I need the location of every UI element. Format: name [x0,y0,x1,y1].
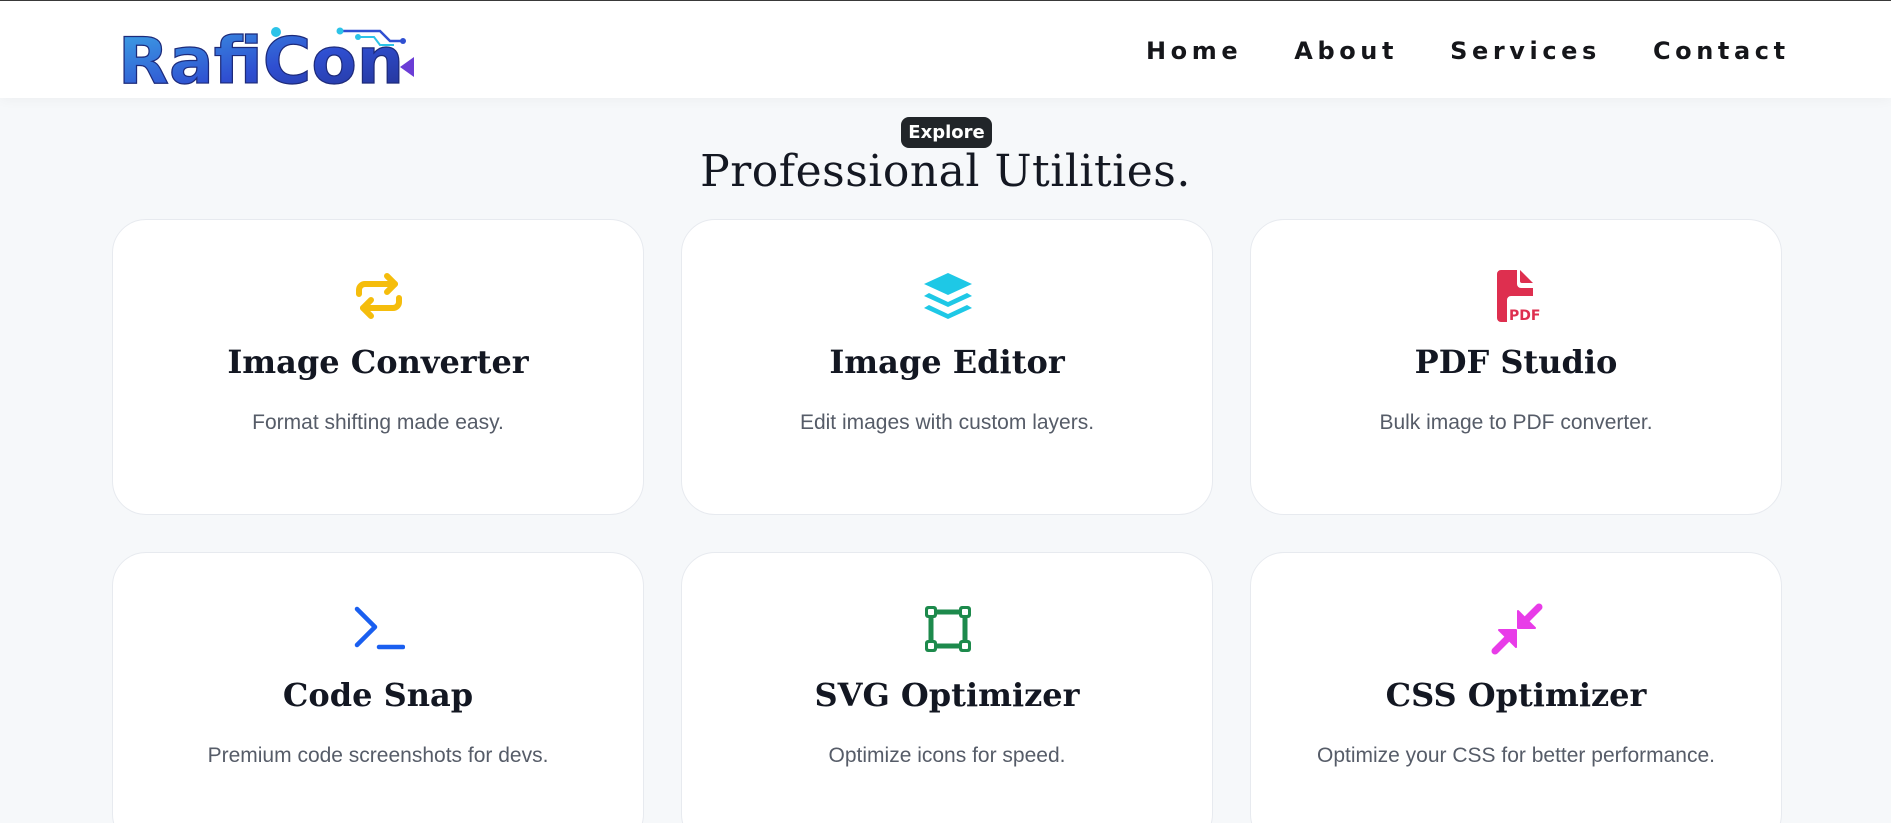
svg-text:RafiCon: RafiCon [118,25,404,89]
nav-home-link[interactable]: Home [1146,37,1242,65]
tool-card-css-optimizer[interactable]: CSS Optimizer Optimize your CSS for bett… [1250,552,1782,823]
svg-text:PDF: PDF [1509,308,1540,322]
tool-title: CSS Optimizer [1385,676,1647,714]
site-header: RafiCon Home About Services Contact [0,1,1891,98]
layers-icon [922,270,974,322]
compress-arrows-icon [1491,603,1543,655]
terminal-icon [353,603,406,655]
pdf-file-icon: PDF [1491,270,1543,324]
tool-title: PDF Studio [1414,343,1618,381]
tool-card-image-editor[interactable]: Image Editor Edit images with custom lay… [681,219,1213,515]
tool-title: Image Converter [227,343,529,381]
bounding-box-icon [922,603,974,655]
explore-badge: Explore [901,117,992,148]
tool-description: Edit images with custom layers. [799,411,1095,434]
tool-title: Code Snap [282,676,474,714]
tool-card-image-converter[interactable]: Image Converter Format shifting made eas… [112,219,644,515]
nav-contact-link[interactable]: Contact [1653,37,1790,65]
main-nav: Home About Services Contact [1146,37,1842,65]
page-title: Professional Utilities. [700,146,1191,197]
nav-about-link[interactable]: About [1294,37,1398,65]
tool-description: Format shifting made easy. [252,411,504,434]
tool-description: Optimize icons for speed. [828,744,1066,767]
repeat-arrows-icon [353,270,405,322]
nav-services-link[interactable]: Services [1450,37,1601,65]
tool-card-pdf-studio[interactable]: PDF PDF Studio Bulk image to PDF convert… [1250,219,1782,515]
tool-description: Bulk image to PDF converter. [1379,411,1653,434]
tool-title: SVG Optimizer [814,676,1080,714]
raficon-logo[interactable]: RafiCon [118,23,418,89]
tool-card-svg-optimizer[interactable]: SVG Optimizer Optimize icons for speed. [681,552,1213,823]
tool-description: Premium code screenshots for devs. [207,744,549,767]
tool-title: Image Editor [829,343,1065,381]
tool-card-code-snap[interactable]: Code Snap Premium code screenshots for d… [112,552,644,823]
tool-description: Optimize your CSS for better performance… [1317,744,1715,767]
